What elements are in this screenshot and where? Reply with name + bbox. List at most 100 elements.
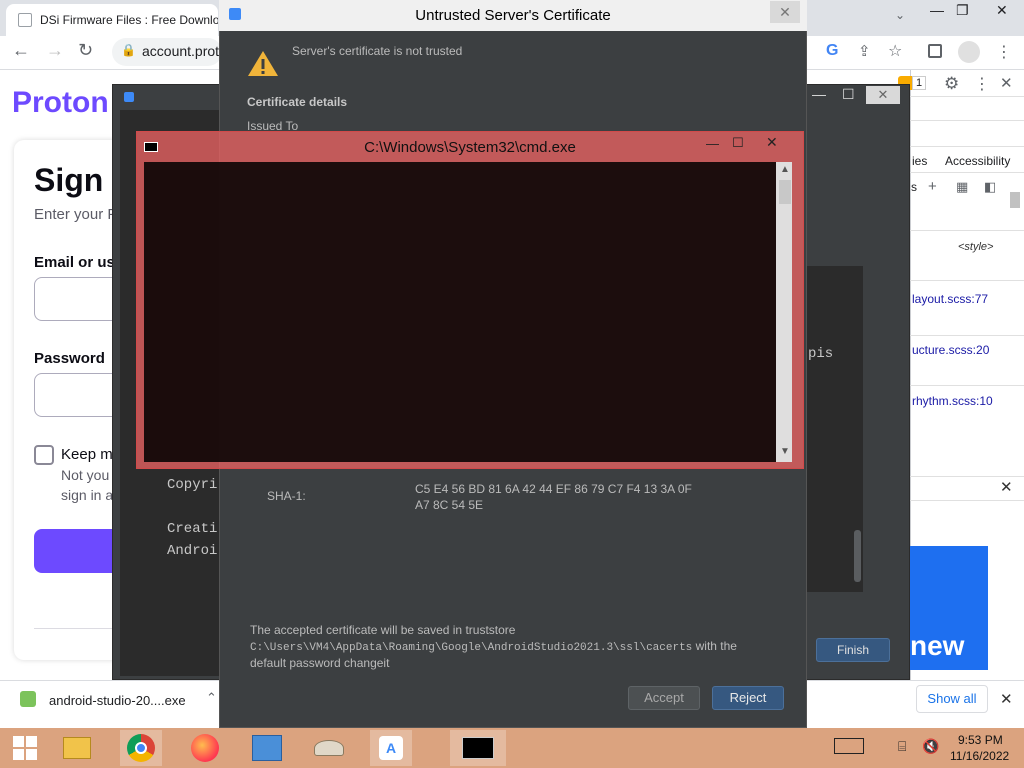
download-options-icon[interactable]: ⌃ (206, 690, 217, 706)
source-link-rhythm[interactable]: rhythm.scss:10 (912, 394, 993, 408)
devtools-divider (910, 120, 1024, 121)
file-explorer-icon[interactable] (56, 730, 98, 766)
studio-close-icon[interactable]: ✕ (866, 86, 900, 104)
cmd-maximize-icon[interactable]: ☐ (732, 135, 744, 151)
promo-text: new (910, 630, 965, 661)
devtools-scrollbar[interactable] (1010, 192, 1020, 208)
chrome-taskbar-icon[interactable] (120, 730, 162, 766)
truststore-info-text: The accepted certificate will be saved i… (250, 623, 516, 637)
close-icon[interactable]: ✕ (996, 2, 1008, 19)
control-panel-icon[interactable] (246, 730, 288, 766)
devtools-close-icon[interactable]: ✕ (1000, 74, 1013, 92)
signin-title: Sign i (34, 162, 122, 198)
android-studio-taskbar-icon[interactable]: A (370, 730, 412, 766)
download-filename[interactable]: android-studio-20....exe (49, 693, 186, 708)
share-icon[interactable]: ⇪ (858, 42, 871, 60)
console-line-3: Androi (167, 543, 218, 559)
clock-time[interactable]: 9:53 PM (958, 733, 1003, 747)
more-menu-icon[interactable]: ⋮ (996, 42, 1012, 62)
devtools-divider (910, 500, 1024, 501)
devtools-divider (910, 172, 1024, 173)
keep-signed-in-label: Keep m (61, 446, 113, 463)
studio-maximize-icon[interactable]: ☐ (842, 86, 855, 103)
cmd-minimize-icon[interactable]: — (706, 136, 719, 151)
tab-search-icon[interactable]: ⌄ (895, 8, 905, 22)
devtools-tab-accessibility[interactable]: Accessibility (945, 154, 1010, 168)
devtools-settings-icon[interactable]: ⚙ (944, 74, 959, 94)
android-studio-file-icon (20, 691, 36, 707)
restore-icon[interactable]: ❐ (956, 2, 969, 19)
not-your-computer-text: Not you (61, 467, 110, 483)
cmd-scroll-thumb[interactable] (779, 180, 791, 204)
minimize-icon[interactable]: — (930, 2, 944, 18)
issues-count[interactable]: 1 (912, 76, 927, 90)
source-link-structure[interactable]: ucture.scss:20 (912, 343, 989, 357)
devtools-tab-properties[interactable]: ies (912, 154, 927, 168)
cmd-console-area[interactable] (144, 162, 792, 462)
network-icon[interactable]: ⌸ (898, 738, 906, 755)
studio-minimize-icon[interactable]: — (812, 86, 826, 102)
sha1-value-line-2: A7 8C 54 5E (415, 498, 484, 512)
show-all-button[interactable]: Show all (916, 685, 988, 713)
installer-icon[interactable] (308, 730, 350, 766)
truststore-with-text: with the (692, 639, 737, 653)
downloads-close-icon[interactable]: ✕ (1000, 690, 1013, 708)
toggle-sidebar-icon[interactable]: ◧ (984, 179, 996, 195)
untrusted-warning-text: Server's certificate is not trusted (292, 44, 463, 58)
side-panel-icon[interactable] (928, 44, 942, 58)
certificate-scrollbar[interactable] (854, 530, 861, 582)
back-icon[interactable]: ← (12, 40, 30, 61)
truststore-path: C:\Users\VM4\AppData\Roaming\Google\Andr… (250, 642, 693, 654)
browser-tab[interactable]: DSi Firmware Files : Free Downlo (6, 4, 218, 36)
add-rule-icon[interactable]: + (928, 178, 937, 195)
signin-subtitle: Enter your P (34, 206, 118, 223)
scroll-up-icon[interactable]: ▲ (780, 164, 790, 175)
drawer-close-icon[interactable]: ✕ (1000, 478, 1013, 496)
keyboard-icon[interactable] (834, 738, 864, 754)
lock-icon: 🔒 (121, 43, 136, 57)
devtools-divider (910, 385, 1024, 386)
devtools-menu-icon[interactable]: ⋮ (974, 74, 990, 94)
finish-button[interactable]: Finish (816, 638, 890, 662)
profile-avatar-icon[interactable] (958, 41, 980, 63)
forward-icon[interactable]: → (46, 40, 64, 61)
email-label: Email or use (34, 254, 124, 271)
divider (34, 628, 124, 629)
firefox-icon[interactable] (184, 730, 226, 766)
keep-signed-in-checkbox[interactable] (34, 445, 54, 465)
proton-logo: Proton (12, 86, 109, 119)
tab-title: DSi Firmware Files : Free Downlo (40, 13, 218, 27)
google-icon[interactable]: G (826, 42, 838, 60)
devtools-divider (910, 476, 1024, 477)
cmd-taskbar-icon[interactable] (450, 730, 506, 766)
password-field[interactable] (34, 373, 124, 417)
bookmark-star-icon[interactable]: ☆ (888, 41, 902, 61)
clock-date[interactable]: 11/16/2022 (950, 749, 1009, 763)
address-bar[interactable]: 🔒 account.prot (112, 38, 222, 66)
truststore-password-text: default password changeit (250, 656, 390, 670)
sha1-value-line-1: C5 E4 56 BD 81 6A 42 44 EF 86 79 C7 F4 1… (415, 482, 692, 496)
style-tag-link[interactable]: <style> (958, 241, 993, 253)
source-link-layout[interactable]: layout.scss:77 (912, 292, 988, 306)
console-line-2: Creati (167, 521, 218, 537)
accept-button[interactable]: Accept (628, 686, 700, 710)
tab-favicon-icon (18, 13, 32, 27)
signin-button[interactable] (34, 529, 124, 573)
cmd-scrollbar[interactable] (776, 162, 792, 462)
android-studio-icon (124, 92, 134, 102)
console-right-text: pis (808, 346, 834, 362)
cmd-close-icon[interactable]: ✕ (766, 134, 778, 151)
paint-icon[interactable]: ▦ (956, 179, 968, 195)
certificate-close-icon[interactable]: ✕ (770, 1, 800, 23)
volume-muted-icon[interactable]: 🔇 (922, 738, 939, 755)
devtools-divider (910, 230, 1024, 231)
devtools-divider (910, 146, 1024, 147)
reject-button[interactable]: Reject (712, 686, 784, 710)
windows-logo-icon (13, 736, 37, 760)
email-field[interactable] (34, 277, 124, 321)
cmd-window-title: C:\Windows\System32\cmd.exe (364, 139, 576, 156)
reload-icon[interactable]: ↻ (78, 40, 93, 61)
start-button[interactable] (4, 730, 46, 766)
scroll-down-icon[interactable]: ▼ (780, 446, 790, 457)
devtools-divider (910, 96, 1024, 97)
